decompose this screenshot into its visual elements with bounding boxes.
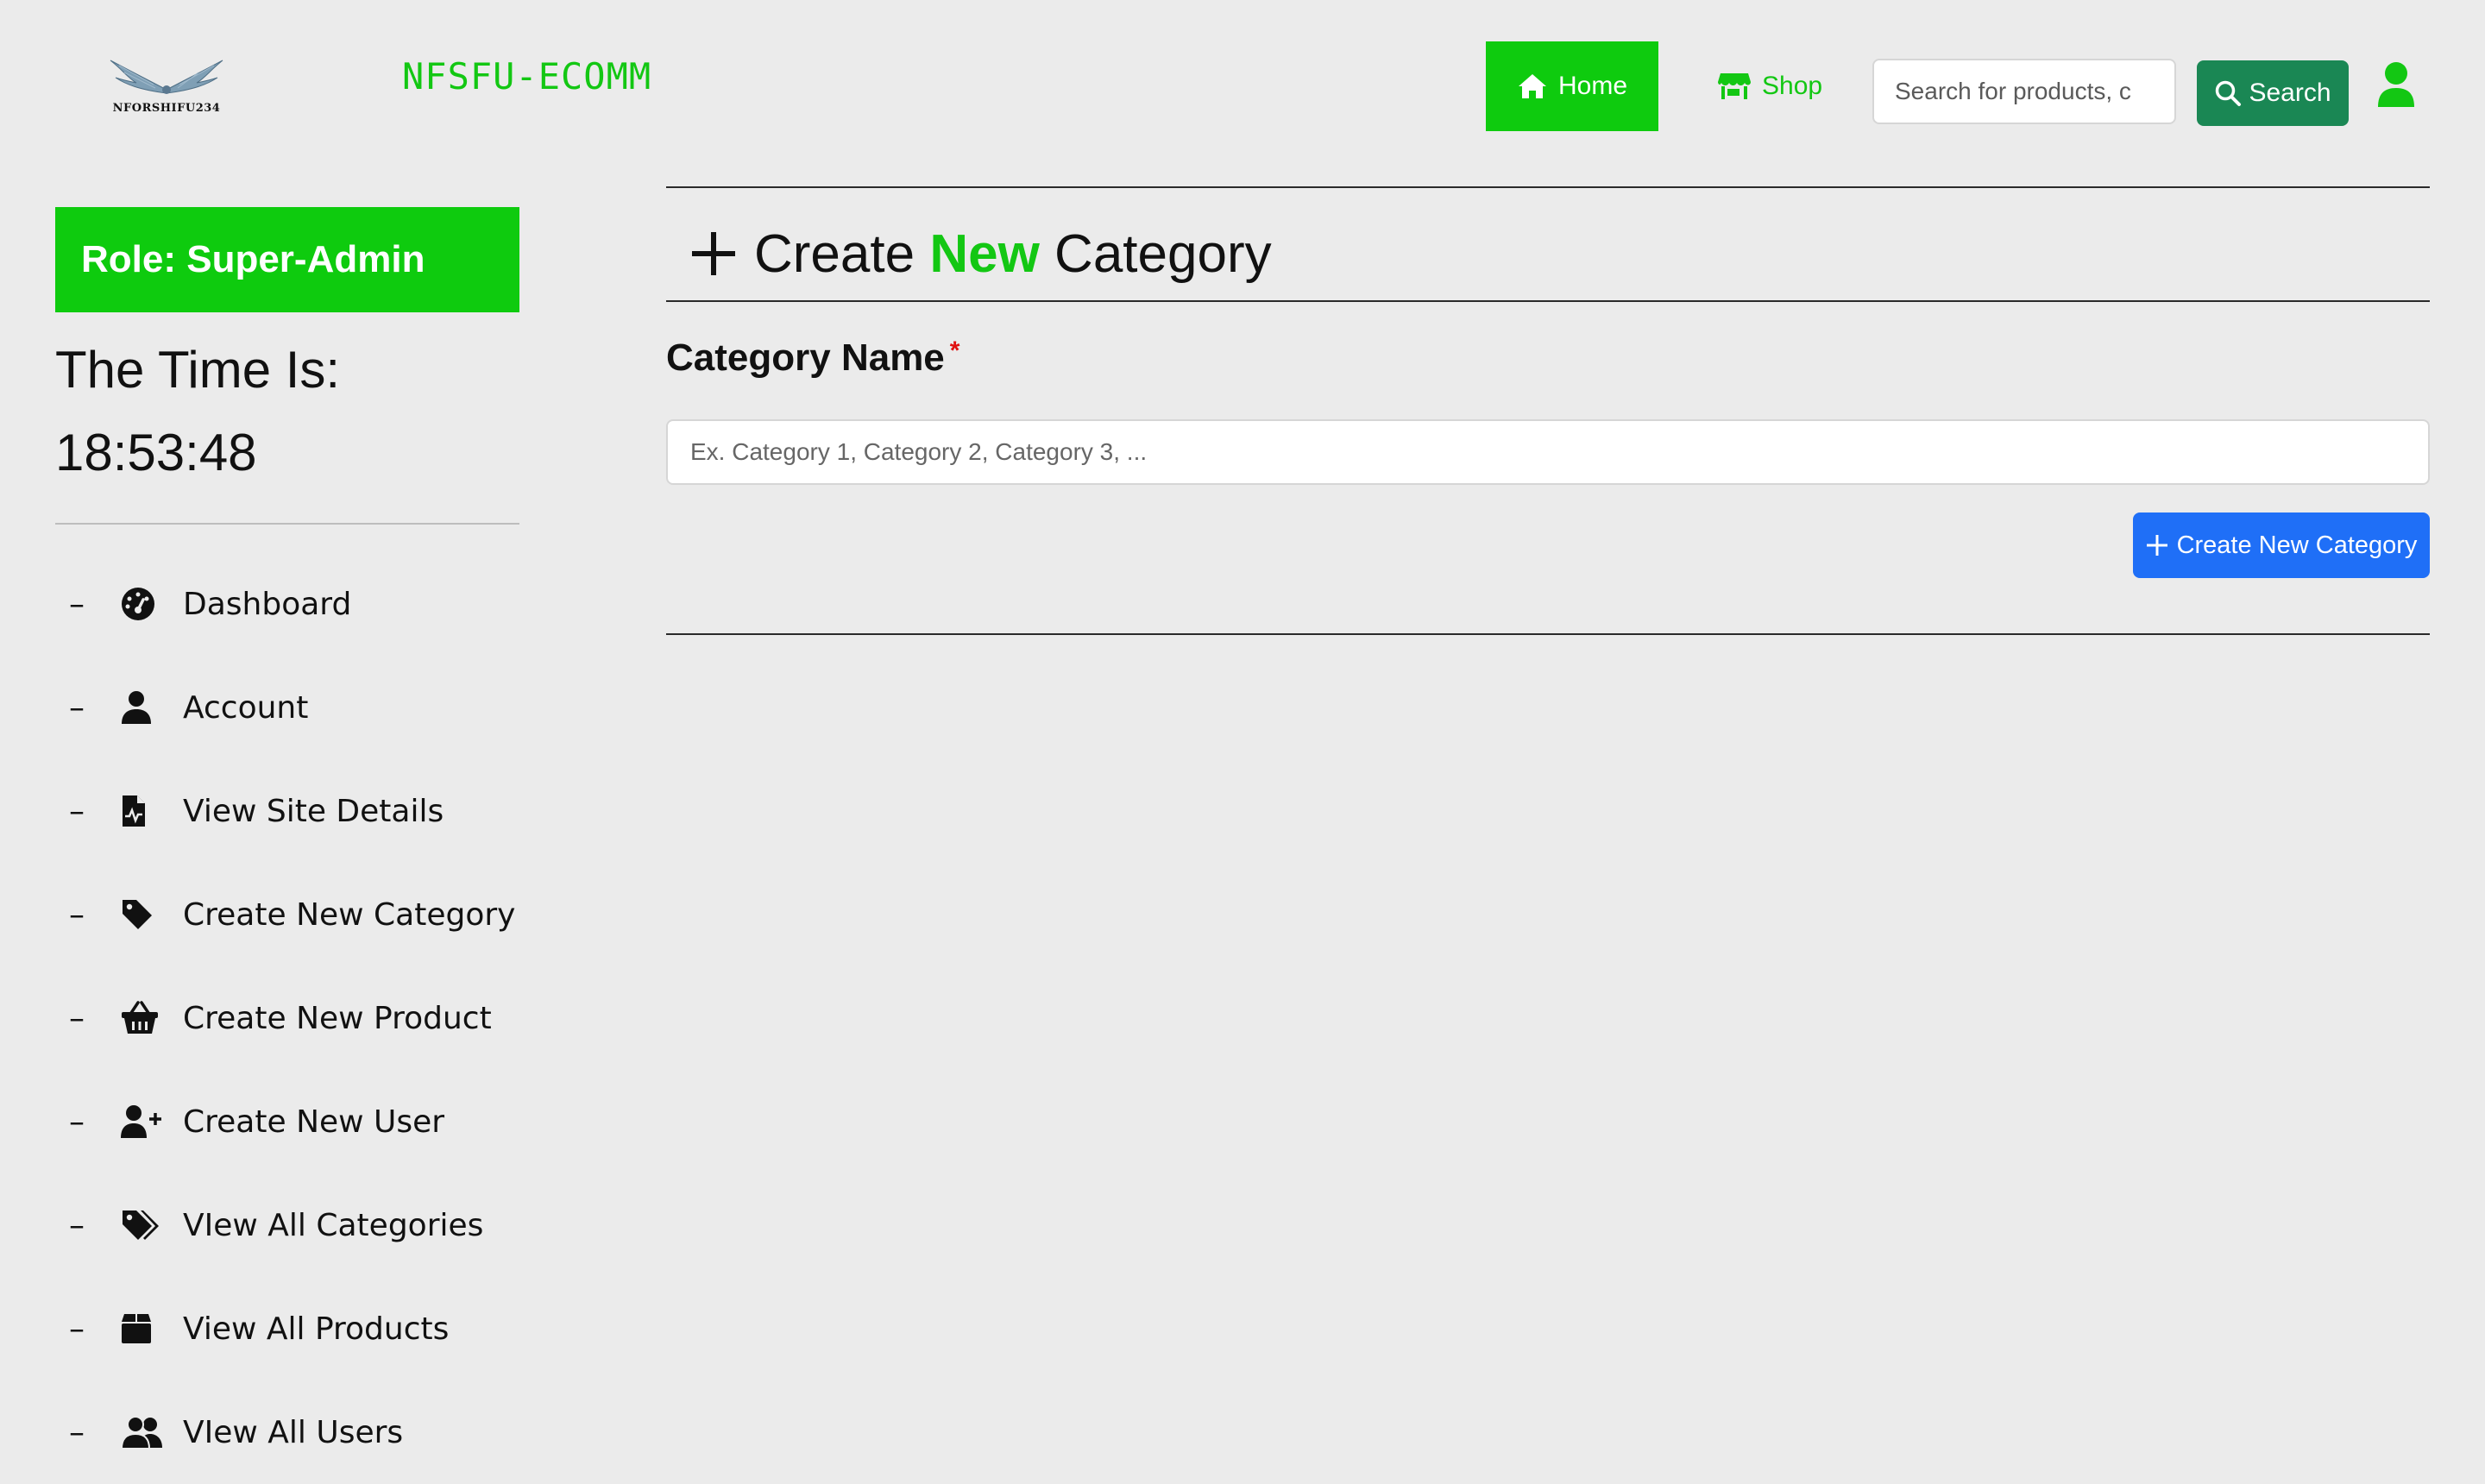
sidebar-item-view-products[interactable]: – View All Products (69, 1277, 535, 1380)
dashboard-gauge-icon (121, 585, 164, 623)
basket-icon (121, 999, 164, 1037)
sidebar-item-label: Account (183, 689, 309, 726)
category-name-label: Category Name * (666, 336, 959, 380)
user-icon (121, 689, 164, 726)
field-label-text: Category Name (666, 336, 945, 379)
logo-text: NFORSHIFU234 (112, 102, 221, 115)
bullet-dash: – (69, 896, 85, 933)
current-time: 18:53:48 (55, 424, 257, 481)
site-logo[interactable]: NFORSHIFU234 (102, 48, 231, 121)
sidebar-item-view-site-details[interactable]: – View Site Details (69, 759, 535, 863)
sidebar-item-account[interactable]: – Account (69, 656, 535, 759)
store-icon (1718, 73, 1751, 99)
file-waveform-icon (121, 792, 164, 830)
time-label: The Time Is: (55, 341, 341, 399)
title-bottom-rule (666, 300, 2430, 302)
winged-logo-icon (110, 60, 223, 94)
bullet-dash: – (69, 1207, 85, 1243)
role-badge: Role: Super-Admin (55, 207, 519, 312)
sidebar-item-dashboard[interactable]: – Dashboard (69, 552, 535, 656)
nav-shop-link[interactable]: Shop (1717, 62, 1822, 110)
plus-icon (692, 232, 735, 275)
nav-home-label: Home (1557, 72, 1628, 100)
brand-name[interactable]: NFSFU-ECOMM (402, 55, 651, 97)
top-header: NFORSHIFU234 NFSFU-ECOMM Home Shop Searc… (0, 0, 2485, 173)
sidebar-item-label: Create New Product (183, 1000, 492, 1036)
search-button[interactable]: Search (2197, 60, 2349, 126)
sidebar-item-create-product[interactable]: – Create New Product (69, 966, 535, 1070)
title-accent: New (929, 223, 1040, 284)
sidebar-divider (55, 523, 519, 525)
sidebar-item-label: View All Products (183, 1311, 450, 1347)
sidebar-item-label: Create New User (183, 1104, 445, 1140)
title-prefix: Create (754, 223, 915, 284)
bullet-dash: – (69, 689, 85, 726)
sidebar-item-create-user[interactable]: – Create New User (69, 1070, 535, 1173)
bullet-dash: – (69, 1000, 85, 1036)
title-suffix: Category (1054, 223, 1272, 284)
sidebar-menu: – Dashboard – Account – View Site Detail… (69, 552, 535, 1484)
plus-icon (2146, 535, 2167, 556)
tags-icon (121, 1206, 164, 1244)
nav-shop-label: Shop (1762, 72, 1823, 100)
user-account-icon[interactable] (2376, 60, 2416, 109)
form-bottom-rule (666, 633, 2430, 635)
bullet-dash: – (69, 1104, 85, 1140)
search-button-label: Search (2249, 79, 2331, 107)
search-input[interactable] (1872, 59, 2176, 124)
required-marker: * (949, 336, 960, 365)
page-title: Create New Category (690, 221, 1272, 286)
create-button-label: Create New Category (2176, 531, 2418, 559)
bullet-dash: – (69, 1414, 85, 1450)
nav-home-button[interactable]: Home (1486, 41, 1658, 131)
bullet-dash: – (69, 1311, 85, 1347)
tag-icon (121, 896, 164, 934)
user-plus-icon (121, 1103, 164, 1141)
title-top-rule (666, 186, 2430, 188)
sidebar-item-label: VIew All Categories (183, 1207, 484, 1243)
box-icon (121, 1310, 164, 1348)
sidebar-item-label: Dashboard (183, 586, 352, 622)
sidebar-item-label: Create New Category (183, 896, 516, 933)
sidebar-item-label: VIew All Users (183, 1414, 404, 1450)
sidebar-item-label: View Site Details (183, 793, 444, 829)
sidebar-item-create-category[interactable]: – Create New Category (69, 863, 535, 966)
sidebar-item-view-users[interactable]: – VIew All Users (69, 1380, 535, 1484)
sidebar-item-view-categories[interactable]: – VIew All Categories (69, 1173, 535, 1277)
bullet-dash: – (69, 586, 85, 622)
bullet-dash: – (69, 793, 85, 829)
search-icon (2216, 80, 2242, 106)
users-icon (121, 1413, 164, 1451)
create-category-button[interactable]: Create New Category (2133, 512, 2430, 578)
category-name-input[interactable] (666, 419, 2430, 485)
home-icon (1518, 74, 1546, 98)
